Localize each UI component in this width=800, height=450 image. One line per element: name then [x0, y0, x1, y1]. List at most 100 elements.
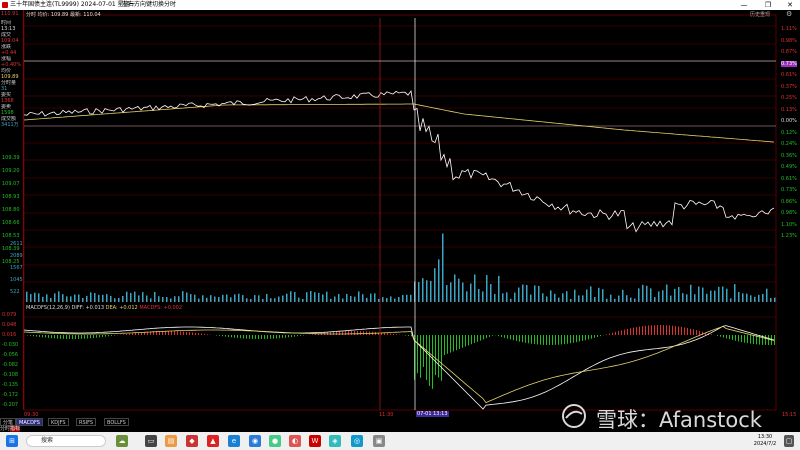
volume-bar [50, 297, 52, 302]
macd-bar [270, 335, 271, 339]
macd-bar [672, 325, 673, 335]
system-clock[interactable]: 13:30 2024/7/2 [750, 434, 780, 448]
volume-bar [82, 298, 84, 302]
intraday-chart[interactable] [24, 10, 800, 418]
maximize-button[interactable]: ❐ [760, 0, 776, 10]
volume-bar [78, 294, 80, 302]
app-gray-icon[interactable]: ▣ [373, 435, 385, 447]
volume-tick: 2611 [10, 241, 23, 247]
volume-bar [714, 290, 716, 302]
volume-bar [722, 286, 724, 302]
tab-bollfs[interactable]: BOLLFS [104, 418, 129, 426]
macd-bar [537, 335, 538, 345]
volume-bar [86, 295, 88, 302]
macd-bar [765, 335, 766, 345]
volume-bar [330, 298, 332, 302]
volume-bar [582, 295, 584, 302]
macd-bar [456, 335, 457, 351]
volume-tick: 1045 [10, 277, 23, 283]
volume-bar [630, 297, 632, 302]
volume-bar [534, 285, 536, 302]
macd-bar [630, 328, 631, 335]
tab-kdjfs[interactable]: KDJFS [48, 418, 69, 426]
price-tick: 109.07 [2, 181, 20, 187]
macd-bar [33, 335, 34, 337]
macd-bar [378, 332, 379, 335]
wps-icon[interactable]: W [309, 435, 321, 447]
close-button[interactable]: ✕ [782, 0, 798, 10]
volume-bar [542, 293, 544, 302]
file-explorer-icon[interactable]: ▤ [165, 435, 177, 447]
tab-rsifs[interactable]: RSIFS [76, 418, 97, 426]
task-view-icon[interactable]: ▭ [145, 435, 157, 447]
macd-bar [735, 335, 736, 341]
macd-bar [345, 331, 346, 335]
volume-bar [102, 294, 104, 302]
start-icon[interactable]: ⊞ [6, 435, 18, 447]
macd-bar [276, 335, 277, 339]
minimize-button[interactable]: — [736, 0, 752, 10]
macd-bar [363, 331, 364, 335]
volume-bar [134, 291, 136, 302]
macd-bar [504, 335, 505, 338]
volume-bar [262, 298, 264, 302]
volume-bar [466, 291, 468, 302]
volume-bar [230, 297, 232, 302]
macd-bar [243, 335, 244, 339]
macd-bar [663, 325, 664, 335]
macd-bar [42, 335, 43, 338]
app-blue2-icon[interactable]: ◎ [351, 435, 363, 447]
macd-bar [624, 329, 625, 335]
volume-bar [194, 294, 196, 302]
app-red2-icon[interactable]: ▲ [207, 435, 219, 447]
macd-bar [222, 335, 223, 337]
app-cyan-icon[interactable]: ◈ [329, 435, 341, 447]
volume-bar [538, 285, 540, 302]
macd-bar [576, 335, 577, 343]
volume-bar [198, 298, 200, 302]
volume-bar [54, 293, 56, 302]
volume-bar [158, 296, 160, 302]
app-green-icon[interactable]: ● [269, 435, 281, 447]
macd-tick: -0.108 [2, 372, 19, 378]
volume-bar [150, 298, 152, 302]
app-pink-icon[interactable]: ◐ [289, 435, 301, 447]
volume-bar [510, 298, 512, 302]
macd-bar [471, 335, 472, 345]
volume-bar [170, 298, 172, 302]
volume-bar [186, 292, 188, 302]
dea-line [24, 325, 775, 404]
macd-bar [720, 335, 721, 337]
notification-icon[interactable]: ▢ [784, 435, 794, 447]
window-title: 三十年国债主连(TL9999) 2024-07-01 星期一 [10, 1, 136, 8]
volume-bar [422, 278, 424, 302]
clock-time: 13:30 [757, 434, 773, 440]
edge-icon[interactable]: e [228, 435, 240, 447]
weather-icon[interactable]: ☁ [116, 435, 128, 447]
volume-bar [382, 297, 384, 302]
macd-bar [396, 334, 397, 335]
volume-bar [130, 292, 132, 302]
macd-bar [219, 335, 220, 336]
app-blue-icon[interactable]: ◉ [249, 435, 261, 447]
macd-bar [729, 335, 730, 340]
volume-bar [498, 275, 500, 302]
macd-bar [552, 335, 553, 345]
search-input[interactable]: 搜索 [26, 435, 106, 447]
volume-bar [266, 294, 268, 302]
volume-bar [606, 298, 608, 302]
app-red-icon[interactable]: ◆ [186, 435, 198, 447]
volume-bar [718, 286, 720, 302]
tab-分笔[interactable]: 分笔 [0, 418, 17, 426]
volume-bar [642, 284, 644, 302]
tab-macdfs[interactable]: MACDFS [16, 418, 43, 426]
macd-bar [621, 330, 622, 335]
macd-value: MACDFS: +0.002 [139, 305, 183, 311]
macd-bar [183, 331, 184, 335]
volume-bar [98, 294, 100, 302]
volume-bar [750, 295, 752, 302]
macd-bar [252, 335, 253, 339]
macd-bar [357, 331, 358, 335]
price-tick: 108.53 [2, 233, 20, 239]
window-titlebar: 三十年国债主连(TL9999) 2024-07-01 星期一 左右方向键切换分时… [0, 0, 800, 10]
